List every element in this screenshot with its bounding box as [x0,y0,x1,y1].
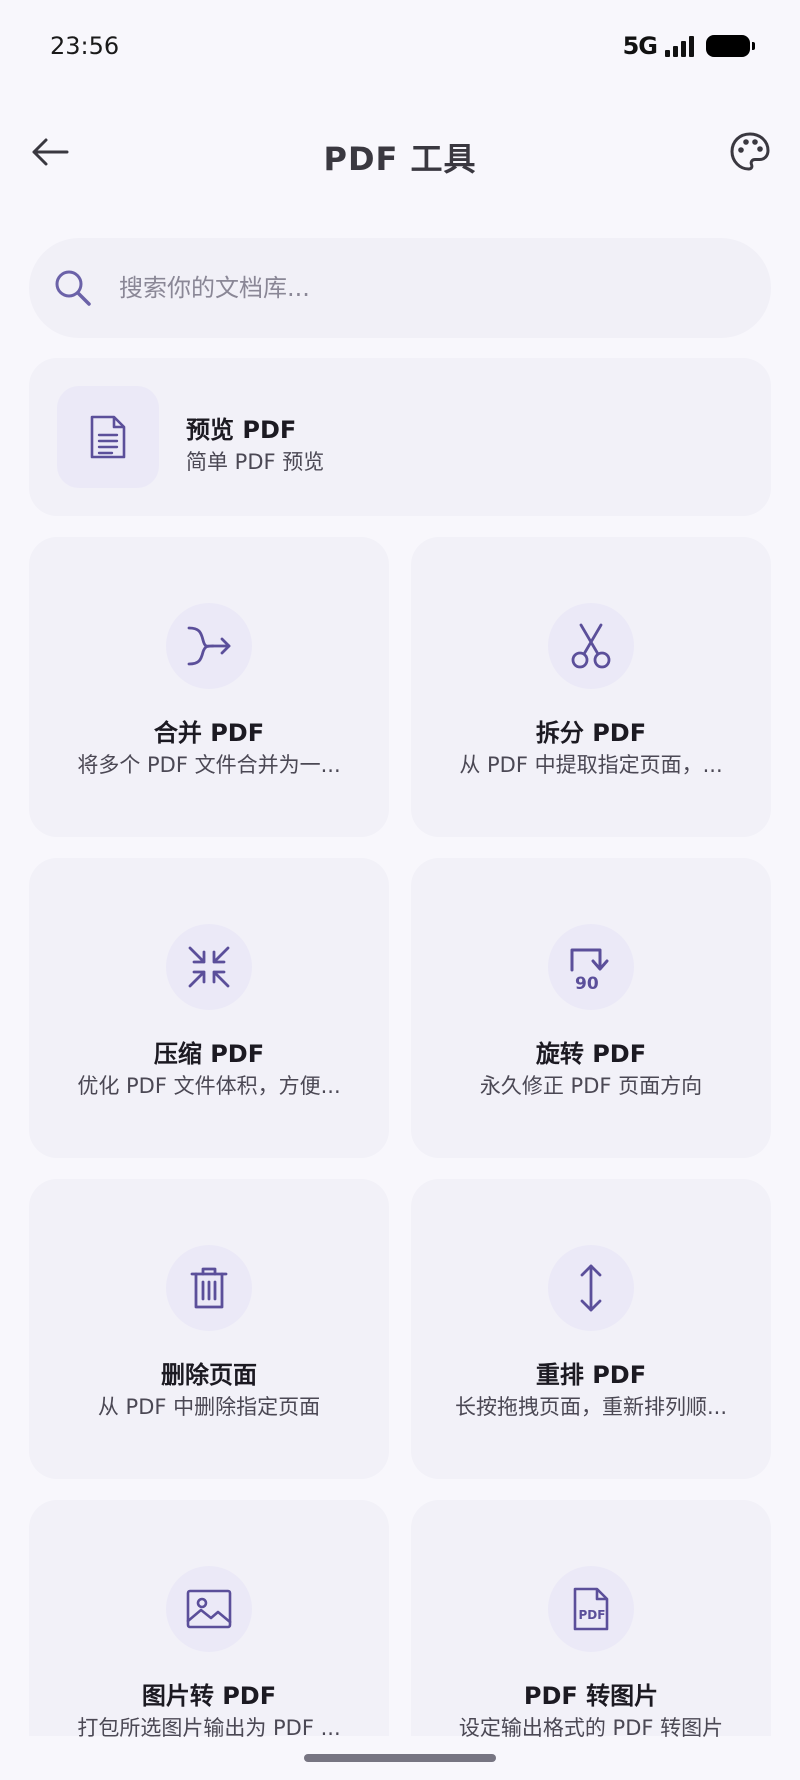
tool-title: 重排 PDF [535,1361,647,1389]
tool-card-preview-pdf[interactable]: 预览 PDF 简单 PDF 预览 [29,358,771,516]
compress-arrows-icon [188,946,230,988]
tool-desc: 打包所选图片输出为 PDF ... [77,1716,341,1740]
compress-icon-circle [166,924,252,1010]
tool-title: 旋转 PDF [535,1040,647,1068]
status-bar: 23:56 5G [0,0,800,92]
pdf-file-icon-label: PDF [579,1608,606,1622]
tool-card-merge-pdf[interactable]: 合并 PDF 将多个 PDF 文件合并为一... [29,537,389,837]
status-time: 23:56 [50,32,120,60]
tool-desc: 将多个 PDF 文件合并为一... [77,753,341,777]
tool-title: 合并 PDF [153,719,265,747]
split-icon-circle [548,603,634,689]
status-indicators: 5G [622,32,755,60]
tool-desc: 优化 PDF 文件体积，方便... [77,1074,341,1098]
trash-icon [190,1267,228,1309]
document-icon [90,415,126,459]
tool-card-delete-pages[interactable]: 删除页面 从 PDF 中删除指定页面 [29,1179,389,1479]
signal-bars-icon [665,35,694,57]
merge-icon-circle [166,603,252,689]
home-gesture-bar[interactable] [304,1754,496,1762]
image-icon-circle [166,1566,252,1652]
tool-card-compress-pdf[interactable]: 压缩 PDF 优化 PDF 文件体积，方便... [29,858,389,1158]
theme-button[interactable] [726,128,774,176]
merge-arrow-icon [187,626,231,666]
image-icon [186,1589,232,1629]
rotate-90-icon: 90 [570,948,609,992]
delete-icon-circle [166,1245,252,1331]
tool-desc: 从 PDF 中提取指定页面，... [459,753,723,777]
pdf-file-icon-circle: PDF [548,1566,634,1652]
network-type: 5G [622,32,658,60]
tool-title: 图片转 PDF [141,1682,277,1710]
rotate-icon-label: 90 [575,974,599,992]
tool-desc: 简单 PDF 预览 [186,450,325,474]
tool-title: 删除页面 [161,1361,257,1389]
document-icon-box [57,386,159,488]
scissors-icon [571,623,611,669]
tool-card-image-to-pdf[interactable]: 图片转 PDF 打包所选图片输出为 PDF ... [29,1500,389,1740]
vertical-arrows-icon [580,1264,602,1312]
battery-full-icon [706,35,755,57]
app-header: PDF 工具 [0,110,800,194]
tool-title: PDF 转图片 [523,1682,659,1710]
search-input[interactable] [119,258,771,318]
tool-title: 预览 PDF [186,416,297,444]
palette-icon [730,132,770,171]
tool-title: 拆分 PDF [535,719,647,747]
reorder-icon-circle [548,1245,634,1331]
search-bar[interactable] [29,238,771,338]
tool-card-rotate-pdf[interactable]: 90 旋转 PDF 永久修正 PDF 页面方向 [411,858,771,1158]
tool-desc: 从 PDF 中删除指定页面 [97,1395,321,1419]
pdf-file-icon: PDF [573,1587,609,1631]
tool-card-reorder-pdf[interactable]: 重排 PDF 长按拖拽页面，重新排列顺... [411,1179,771,1479]
tool-desc: 永久修正 PDF 页面方向 [479,1074,703,1098]
tool-desc: 设定输出格式的 PDF 转图片 [458,1716,724,1740]
rotate-icon-circle: 90 [548,924,634,1010]
search-icon [51,266,95,310]
page-title: PDF 工具 [323,140,477,178]
tool-card-split-pdf[interactable]: 拆分 PDF 从 PDF 中提取指定页面，... [411,537,771,837]
tool-title: 压缩 PDF [153,1040,265,1068]
tool-desc: 长按拖拽页面，重新排列顺... [454,1395,728,1419]
tool-card-pdf-to-image[interactable]: PDF PDF 转图片 设定输出格式的 PDF 转图片 [411,1500,771,1740]
